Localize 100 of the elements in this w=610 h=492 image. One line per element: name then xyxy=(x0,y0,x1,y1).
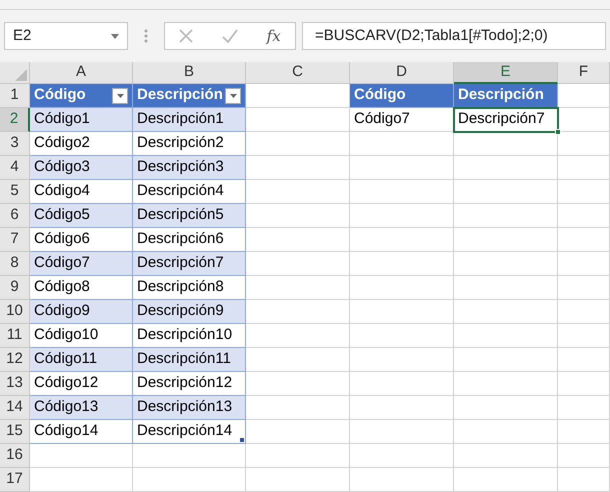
table-cell[interactable] xyxy=(246,444,350,468)
table-cell[interactable] xyxy=(133,468,246,492)
row-header[interactable]: 14 xyxy=(0,396,30,420)
row-header[interactable]: 2 xyxy=(0,108,30,132)
row-header[interactable]: 4 xyxy=(0,156,30,180)
formula-field[interactable]: =BUSCARV(D2;Tabla1[#Todo];2;0) xyxy=(302,22,606,50)
table-cell[interactable]: Código12 xyxy=(30,372,133,396)
table-cell[interactable] xyxy=(350,180,454,204)
table-cell[interactable]: Código8 xyxy=(30,276,133,300)
column-header[interactable]: F xyxy=(558,62,610,84)
table-cell[interactable]: Código14 xyxy=(30,420,133,444)
table-cell[interactable]: Descripción7 xyxy=(133,252,246,276)
table-cell[interactable]: Código2 xyxy=(30,132,133,156)
table-cell[interactable] xyxy=(558,420,610,444)
table-cell[interactable] xyxy=(350,420,454,444)
table-cell[interactable] xyxy=(558,204,610,228)
row-header[interactable]: 9 xyxy=(0,276,30,300)
table-cell[interactable]: Descripción13 xyxy=(133,396,246,420)
table-cell[interactable]: Descripción11 xyxy=(133,348,246,372)
fill-handle[interactable] xyxy=(555,129,561,135)
row-header[interactable]: 12 xyxy=(0,348,30,372)
table-cell[interactable] xyxy=(454,420,558,444)
table-cell[interactable]: Descripción1 xyxy=(133,108,246,132)
table-cell[interactable] xyxy=(454,156,558,180)
table-cell[interactable] xyxy=(246,468,350,492)
table-cell[interactable]: Descripción9 xyxy=(133,300,246,324)
table-cell[interactable] xyxy=(454,396,558,420)
table-cell[interactable] xyxy=(558,276,610,300)
table-cell[interactable] xyxy=(454,252,558,276)
column-header[interactable]: B xyxy=(133,62,246,84)
table-cell[interactable]: Descripción7 xyxy=(454,108,558,132)
table-cell[interactable] xyxy=(350,324,454,348)
table-cell[interactable]: Código xyxy=(350,84,454,108)
table-cell[interactable] xyxy=(454,468,558,492)
row-header[interactable]: 10 xyxy=(0,300,30,324)
table-cell[interactable] xyxy=(246,420,350,444)
table-cell[interactable] xyxy=(558,444,610,468)
table-cell[interactable]: Código11 xyxy=(30,348,133,372)
table-cell[interactable] xyxy=(246,156,350,180)
table-cell[interactable] xyxy=(454,348,558,372)
table-cell[interactable]: Descripción4 xyxy=(133,180,246,204)
table-cell[interactable]: Código7 xyxy=(350,108,454,132)
table-cell[interactable]: Código13 xyxy=(30,396,133,420)
table-cell[interactable] xyxy=(350,348,454,372)
table-cell[interactable] xyxy=(454,276,558,300)
table-cell[interactable]: Descripción xyxy=(454,84,558,108)
table-cell[interactable] xyxy=(246,228,350,252)
table-cell[interactable] xyxy=(558,348,610,372)
select-all-button[interactable] xyxy=(0,62,30,84)
name-box[interactable]: E2 xyxy=(4,22,128,50)
row-header[interactable]: 17 xyxy=(0,468,30,492)
table-cell[interactable] xyxy=(454,372,558,396)
table-cell[interactable]: Descripción2 xyxy=(133,132,246,156)
row-header[interactable]: 11 xyxy=(0,324,30,348)
table-cell[interactable] xyxy=(133,444,246,468)
row-header[interactable]: 6 xyxy=(0,204,30,228)
row-header[interactable]: 15 xyxy=(0,420,30,444)
cancel-icon[interactable] xyxy=(179,29,194,43)
row-header[interactable]: 16 xyxy=(0,444,30,468)
table-cell[interactable]: Código9 xyxy=(30,300,133,324)
table-cell[interactable] xyxy=(558,228,610,252)
table-cell[interactable] xyxy=(454,444,558,468)
check-icon[interactable] xyxy=(222,29,238,43)
table-cell[interactable] xyxy=(558,108,610,132)
row-header[interactable]: 5 xyxy=(0,180,30,204)
table-cell[interactable]: Código7 xyxy=(30,252,133,276)
table-cell[interactable] xyxy=(246,180,350,204)
table-cell[interactable] xyxy=(246,108,350,132)
filter-button[interactable] xyxy=(225,88,241,104)
table-cell[interactable] xyxy=(558,372,610,396)
table-cell[interactable]: Descripción12 xyxy=(133,372,246,396)
row-header[interactable]: 7 xyxy=(0,228,30,252)
table-cell[interactable] xyxy=(246,252,350,276)
table-cell[interactable]: Descripción14 xyxy=(133,420,246,444)
table-cell[interactable] xyxy=(350,204,454,228)
table-cell[interactable] xyxy=(350,468,454,492)
table-cell[interactable] xyxy=(454,324,558,348)
row-header[interactable]: 8 xyxy=(0,252,30,276)
table-cell[interactable] xyxy=(350,372,454,396)
table-cell[interactable] xyxy=(558,156,610,180)
table-cell[interactable] xyxy=(558,84,610,108)
table-cell[interactable] xyxy=(558,300,610,324)
table-cell[interactable] xyxy=(30,444,133,468)
table-cell[interactable] xyxy=(246,372,350,396)
table-cell[interactable]: Código10 xyxy=(30,324,133,348)
table-cell[interactable] xyxy=(454,204,558,228)
table-cell[interactable]: Descripción10 xyxy=(133,324,246,348)
table-cell[interactable] xyxy=(246,276,350,300)
table-cell[interactable] xyxy=(558,324,610,348)
table-cell[interactable] xyxy=(246,324,350,348)
table-cell[interactable] xyxy=(350,444,454,468)
filter-button[interactable] xyxy=(112,88,128,104)
table-cell[interactable]: Código xyxy=(30,84,133,108)
resize-handle[interactable] xyxy=(240,438,244,442)
table-cell[interactable] xyxy=(246,84,350,108)
table-cell[interactable] xyxy=(454,180,558,204)
row-header[interactable]: 13 xyxy=(0,372,30,396)
table-cell[interactable] xyxy=(350,132,454,156)
table-cell[interactable] xyxy=(246,396,350,420)
table-cell[interactable] xyxy=(558,252,610,276)
